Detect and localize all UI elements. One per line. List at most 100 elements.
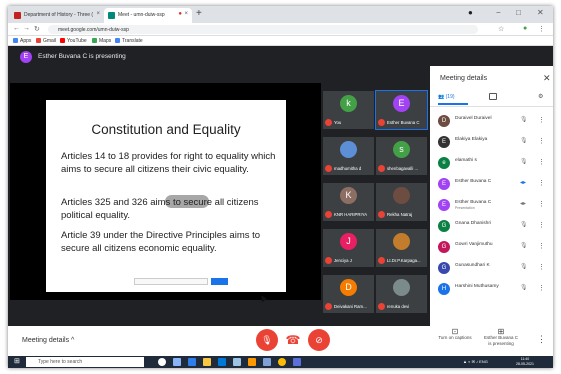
participant-tile[interactable]: Lt.Dr.P.Karpaga...: [376, 229, 427, 267]
close-icon[interactable]: ×: [184, 11, 188, 17]
participant-avatar: J: [340, 233, 357, 250]
participant-tile[interactable]: renuka devi: [376, 275, 427, 313]
windows-start-icon[interactable]: ⊞: [14, 358, 22, 366]
participant-name: Lt.Dr.P.Karpaga...: [387, 258, 421, 263]
more-options-icon[interactable]: ⋮: [538, 137, 545, 145]
participant-tile[interactable]: J Jenciya J: [323, 229, 374, 267]
presenting-banner: E Esther Buvana C is presenting: [8, 46, 428, 68]
bookmark-youtube[interactable]: YouTube: [60, 38, 87, 44]
taskbar-search[interactable]: Type here to search: [26, 357, 144, 367]
participant-row[interactable]: G Gunasundhari K 🎙 ⋮: [438, 259, 550, 279]
participant-name: Deivakani Ram...: [334, 304, 367, 309]
more-options-icon[interactable]: ⋮: [538, 158, 545, 166]
back-icon[interactable]: ←: [13, 25, 20, 32]
account-icon[interactable]: ●: [523, 25, 527, 32]
edge-icon[interactable]: [188, 358, 196, 366]
close-window-icon[interactable]: ✕: [537, 8, 544, 17]
participant-row[interactable]: E Esther Buvana C ◂▸ ⋮: [438, 175, 550, 195]
close-icon[interactable]: ✕: [543, 73, 551, 84]
hang-up-icon[interactable]: ☎: [282, 329, 304, 351]
participant-row[interactable]: G Gnana Dhanishri 🎙 ⋮: [438, 217, 550, 237]
mic-off-icon[interactable]: 🎙: [256, 329, 278, 351]
participant-row[interactable]: D Duraivel Duraivel 🎙 ⋮: [438, 112, 550, 132]
captions-button[interactable]: ⊡ Turn on captions: [435, 328, 475, 341]
system-tray[interactable]: ▲ ◐ ✉ ♪ ENG: [463, 359, 488, 364]
app-icon[interactable]: [293, 358, 301, 366]
slide-paragraph: Articles 325 and 326 aims to secure all …: [61, 197, 259, 221]
more-options-icon[interactable]: ⋮: [537, 334, 546, 345]
language-indicator: ENG: [479, 359, 488, 364]
bookmark-label: YouTube: [67, 38, 87, 44]
chrome-icon[interactable]: [278, 358, 286, 366]
chat-icon[interactable]: [489, 93, 497, 100]
participant-row[interactable]: e elamathi s 🎙 ⋮: [438, 154, 550, 174]
more-options-icon[interactable]: ⋮: [538, 221, 545, 229]
mic-off-icon: 🎙: [520, 243, 528, 249]
bookmark-maps[interactable]: Maps: [92, 38, 111, 44]
present-button[interactable]: ⊞ Esther Buvana Cis presenting: [481, 328, 521, 347]
more-options-icon[interactable]: ⋮: [538, 179, 545, 187]
slide-paragraph: Article 39 under the Directive Principle…: [61, 230, 261, 254]
participant-row[interactable]: E Esther Buvana C Presentation ◂▸ ⋮: [438, 196, 550, 216]
clock[interactable]: 11:40 28-05-2021: [516, 357, 534, 367]
mic-off-icon: [325, 211, 332, 218]
participant-tile[interactable]: s shenbagavalli ...: [376, 137, 427, 175]
cortana-icon[interactable]: [158, 358, 166, 366]
tab-people[interactable]: 👥 (19): [438, 94, 468, 105]
tab-history[interactable]: Department of History - Three (×: [10, 8, 104, 23]
bookmark-label: Apps: [20, 38, 32, 44]
close-icon[interactable]: ×: [96, 11, 100, 17]
menu-icon[interactable]: ⋮: [538, 25, 545, 33]
bookmark-apps[interactable]: Apps: [13, 38, 31, 44]
recording-dot-icon: ●: [178, 11, 182, 17]
mic-off-icon: 🎙: [520, 117, 528, 123]
participant-tile[interactable]: K KNR HARIPRIYA: [323, 183, 374, 221]
mic-off-icon: [325, 165, 332, 172]
mini-button: [211, 278, 228, 285]
new-tab-button[interactable]: +: [196, 8, 202, 19]
participant-tile[interactable]: E Esther Buvana C: [375, 90, 428, 130]
participant-row[interactable]: H Harshini Muthusamy 🎙 ⋮: [438, 280, 550, 300]
mic-off-icon: [378, 119, 385, 126]
tab-meet[interactable]: Meet - umn-duiw-ssp ● ×: [104, 8, 192, 23]
maximize-icon[interactable]: □: [516, 8, 521, 17]
app-icon[interactable]: [248, 358, 256, 366]
participant-tile[interactable]: k You: [323, 91, 374, 129]
participant-row[interactable]: G Gowri Vanjimuthu 🎙 ⋮: [438, 238, 550, 258]
reload-icon[interactable]: ↻: [34, 25, 40, 33]
participant-name: Esther Buvana C: [387, 120, 420, 125]
star-icon[interactable]: ☆: [498, 25, 504, 33]
participant-name: Elakiya Elakiya: [455, 137, 488, 142]
mic-off-icon: 🎙: [520, 159, 528, 165]
participant-name: KNR HARIPRIYA: [334, 212, 368, 217]
meeting-details-button[interactable]: Meeting details ^: [22, 337, 74, 344]
url-input[interactable]: meet.google.com/umn-duiw-ssp: [48, 25, 478, 34]
bookmark-gmail[interactable]: Gmail: [36, 38, 56, 44]
more-options-icon[interactable]: ⋮: [538, 263, 545, 271]
participant-tile[interactable]: madhumitha d: [323, 137, 374, 175]
participant-tile[interactable]: Rekha Natraj: [376, 183, 427, 221]
app-icon[interactable]: [233, 358, 241, 366]
windows-taskbar: ⊞ Type here to search ▲ ◐ ✉ ♪ ENG 11:40 2…: [8, 356, 553, 368]
forward-icon[interactable]: →: [23, 25, 30, 32]
more-options-icon[interactable]: ⋮: [538, 200, 545, 208]
store-icon[interactable]: [218, 358, 226, 366]
mic-off-icon: [325, 257, 332, 264]
minimize-icon[interactable]: −: [496, 8, 501, 17]
mini-input-bar: [134, 278, 208, 285]
activities-icon[interactable]: ⚙: [538, 93, 543, 100]
more-options-icon[interactable]: ⋮: [538, 242, 545, 250]
participant-row[interactable]: E Elakiya Elakiya 🎙 ⋮: [438, 133, 550, 153]
bookmark-translate[interactable]: Translate: [115, 38, 143, 44]
more-options-icon[interactable]: ⋮: [538, 284, 545, 292]
task-view-icon[interactable]: [173, 358, 181, 366]
camera-off-icon[interactable]: ⊘: [308, 329, 330, 351]
participant-name: renuka devi: [387, 304, 410, 309]
participant-name: shenbagavalli ...: [387, 166, 419, 171]
participant-tile[interactable]: D Deivakani Ram...: [323, 275, 374, 313]
file-explorer-icon[interactable]: [203, 358, 211, 366]
app-icon[interactable]: [263, 358, 271, 366]
profile-icon[interactable]: ●: [468, 8, 473, 17]
more-options-icon[interactable]: ⋮: [538, 116, 545, 124]
tab-label: Department of History - Three (: [24, 12, 94, 18]
